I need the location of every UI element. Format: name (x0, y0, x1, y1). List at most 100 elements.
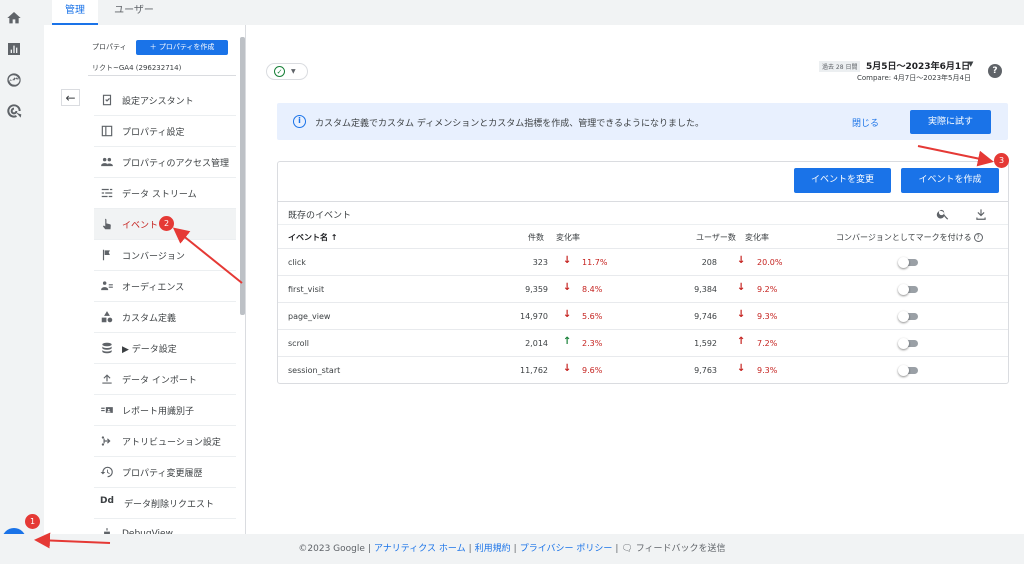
event-name[interactable]: page_view (288, 312, 330, 321)
checklist-icon (100, 93, 114, 107)
conversion-toggle[interactable] (898, 365, 918, 376)
tab-admin[interactable]: 管理 (52, 0, 98, 25)
table-row[interactable]: click 323 ↓ 11.7% 208 ↓ 20.0% (278, 248, 1008, 275)
event-count: 2,014 (525, 339, 548, 348)
annotation-badge-1: 1 (25, 514, 40, 529)
menu-item-change-history[interactable]: プロパティ変更履歴 (94, 457, 236, 488)
property-name[interactable]: リクト~GA4 (296232714) (92, 63, 181, 73)
col-mark-conversion: コンバージョンとしてマークを付ける? (836, 232, 983, 243)
event-name[interactable]: session_start (288, 366, 340, 375)
menu-item-data-settings[interactable]: ▶ データ設定 (94, 333, 236, 364)
menu-item-property-settings[interactable]: プロパティ設定 (94, 116, 236, 147)
create-event-button[interactable]: イベントを作成 (901, 168, 999, 193)
conversion-toggle[interactable] (898, 257, 918, 268)
touch-icon (100, 217, 114, 231)
event-users: 9,763 (694, 366, 717, 375)
col-event-name[interactable]: イベント名 ↑ (288, 232, 338, 243)
toggle-knob (898, 284, 909, 295)
count-change: 5.6% (582, 312, 603, 321)
footer-separator: | (513, 544, 517, 554)
arrow-down-icon: ↓ (737, 309, 746, 320)
arrow-down-icon: ↓ (737, 282, 746, 293)
page-footer: ©2023 Google | アナリティクス ホーム | 利用規約 | プライバシー ポリシ… (0, 534, 1024, 559)
menu-item-attribution-settings[interactable]: アトリビューション設定 (94, 426, 236, 457)
terms-link[interactable]: 利用規約 (475, 544, 511, 554)
analytics-home-link[interactable]: アナリティクス ホーム (374, 544, 466, 554)
menu-item-label: オーディエンス (122, 282, 185, 293)
menu-item-reporting-identity[interactable]: レポート用識別子 (94, 395, 236, 426)
modify-event-button[interactable]: イベントを変更 (794, 168, 891, 193)
event-users: 1,592 (694, 339, 717, 348)
table-row[interactable]: scroll 2,014 ↑ 2.3% 1,592 ↑ 7.2% (278, 329, 1008, 356)
flag-icon (100, 248, 114, 262)
help-icon[interactable]: ? (973, 233, 983, 242)
event-users: 208 (701, 258, 717, 267)
arrow-up-icon: ↑ (737, 336, 746, 347)
users-change: 9.2% (757, 285, 778, 294)
privacy-link[interactable]: プライバシー ポリシー (520, 544, 613, 554)
menu-item-conversions[interactable]: コンバージョン (94, 240, 236, 271)
toggle-knob (898, 257, 909, 268)
count-change: 11.7% (582, 258, 608, 267)
menu-item-label: プロパティ設定 (122, 127, 185, 138)
event-users: 9,384 (694, 285, 717, 294)
check-circle-icon: ✓ (274, 66, 285, 77)
people-icon (100, 155, 114, 169)
arrow-down-icon: ↓ (563, 255, 572, 266)
event-name[interactable]: click (288, 258, 306, 267)
chevron-down-icon: ▼ (291, 68, 296, 75)
feedback-link[interactable]: フィードバックを送信 (636, 544, 726, 554)
menu-item-setup-assistant[interactable]: 設定アシスタント (94, 85, 236, 116)
conversion-toggle[interactable] (898, 311, 918, 322)
table-row[interactable]: page_view 14,970 ↓ 5.6% 9,746 ↓ 9.3% (278, 302, 1008, 329)
menu-item-audiences[interactable]: オーディエンス (94, 271, 236, 302)
home-icon[interactable] (6, 10, 22, 26)
menu-item-label: データ削除リクエスト (124, 499, 215, 510)
menu-item-label: カスタム定義 (122, 313, 177, 324)
info-banner: i カスタム定義でカスタム ディメンションとカスタム指標を作成、管理できるように… (277, 103, 1008, 140)
banner-close-button[interactable]: 閉じる (852, 116, 879, 129)
reports-icon[interactable] (6, 41, 22, 57)
advertising-icon[interactable] (6, 103, 22, 119)
tab-user[interactable]: ユーザー (106, 0, 162, 25)
status-filter-chip[interactable]: ✓ ▼ (266, 63, 308, 80)
menu-item-data-streams[interactable]: データ ストリーム (94, 178, 236, 209)
event-name[interactable]: first_visit (288, 285, 324, 294)
search-icon[interactable] (936, 206, 950, 220)
conversion-toggle[interactable] (898, 338, 918, 349)
menu-item-custom-definitions[interactable]: カスタム定義 (94, 302, 236, 333)
users-change: 9.3% (757, 366, 778, 375)
date-range-picker[interactable]: 5月5日～2023年6月1日 (866, 59, 970, 72)
menu-item-property-access[interactable]: プロパティのアクセス管理 (94, 147, 236, 178)
property-icon (100, 124, 114, 138)
arrow-down-icon: ↓ (737, 255, 746, 266)
footer-separator: | (615, 544, 619, 554)
col-change-count: 変化率 (556, 233, 580, 242)
menu-item-label: レポート用識別子 (122, 406, 195, 417)
property-menu-list: 設定アシスタント プロパティ設定 プロパティのアクセス管理 データ ストリーム … (94, 85, 236, 550)
property-label: プロパティ (92, 43, 127, 51)
banner-try-button[interactable]: 実際に試す (910, 110, 991, 134)
conversion-toggle[interactable] (898, 284, 918, 295)
chevron-down-icon[interactable]: ▼ (968, 60, 973, 68)
create-property-button[interactable]: ＋ プロパティを作成 (136, 40, 228, 55)
count-change: 8.4% (582, 285, 603, 294)
arrow-down-icon: ↓ (563, 309, 572, 320)
col-count[interactable]: 件数 (528, 232, 544, 243)
help-icon[interactable]: ? (988, 64, 1002, 78)
explore-icon[interactable] (6, 72, 22, 88)
table-row[interactable]: first_visit 9,359 ↓ 8.4% 9,384 ↓ 9.2% (278, 275, 1008, 302)
col-users[interactable]: ユーザー数 (696, 232, 736, 243)
download-icon[interactable] (974, 206, 988, 220)
arrow-left-icon[interactable]: ← (61, 89, 80, 106)
table-row[interactable]: session_start 11,762 ↓ 9.6% 9,763 ↓ 9.3% (278, 356, 1008, 383)
audience-icon (100, 279, 114, 293)
menu-item-data-deletion[interactable]: Dd データ削除リクエスト (94, 488, 236, 519)
menu-item-label: アトリビューション設定 (122, 437, 221, 448)
event-name[interactable]: scroll (288, 339, 309, 348)
arrow-up-icon: ↑ (563, 336, 572, 347)
menu-item-data-import[interactable]: データ インポート (94, 364, 236, 395)
menu-item-label: コンバージョン (122, 251, 185, 262)
property-menu: プロパティ ＋ プロパティを作成 リクト~GA4 (296232714) ← 設… (44, 25, 245, 550)
feedback-icon[interactable]: 🗨 (621, 544, 635, 554)
